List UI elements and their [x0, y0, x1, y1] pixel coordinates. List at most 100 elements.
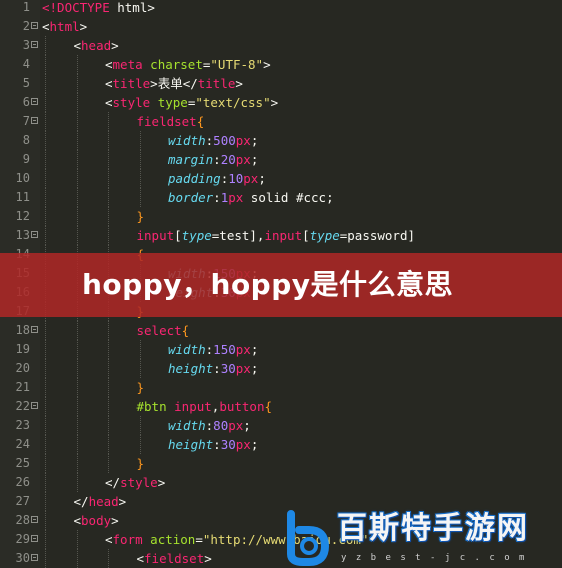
code-token: ; — [250, 361, 259, 376]
code-line[interactable]: 23 width:80px; — [0, 416, 562, 435]
code-token: { — [181, 323, 190, 338]
indent-guide — [76, 473, 78, 492]
code-token: head — [81, 38, 112, 53]
indent-guide — [45, 492, 46, 511]
code-line[interactable]: 4 <meta charset="UTF-8"> — [0, 55, 562, 74]
fold-toggle-icon[interactable] — [31, 516, 38, 523]
line-code: width:80px; — [168, 416, 251, 435]
line-code: } — [137, 207, 145, 226]
line-number: 13 — [15, 228, 30, 242]
code-token: "text/css" — [195, 95, 271, 110]
code-token: < — [73, 38, 82, 53]
indent-guide — [45, 454, 46, 473]
code-line[interactable]: 2 <html> — [0, 17, 562, 36]
indent-guide — [76, 397, 78, 416]
indent-guide — [45, 169, 46, 188]
code-line[interactable]: 13 input[type=test],input[type=password] — [0, 226, 562, 245]
indent-guide — [76, 112, 78, 131]
line-code: width:150px; — [168, 340, 258, 359]
code-token: : — [213, 190, 221, 205]
code-token: title — [112, 76, 151, 91]
fold-toggle-icon[interactable] — [31, 231, 38, 238]
line-number: 29 — [15, 532, 30, 546]
indent-guide — [45, 321, 46, 340]
line-code: </head> — [74, 492, 127, 511]
code-line[interactable]: 3 <head> — [0, 36, 562, 55]
indent-guide — [76, 74, 78, 93]
code-token: ; — [250, 342, 259, 357]
fold-toggle-icon[interactable] — [31, 22, 38, 29]
indent-guide — [76, 150, 78, 169]
indent-guide — [76, 131, 78, 150]
code-line[interactable]: 18 select{ — [0, 321, 562, 340]
code-line[interactable]: 11 border:1px solid #ccc; — [0, 188, 562, 207]
line-number: 8 — [22, 133, 30, 147]
code-line[interactable]: 19 width:150px; — [0, 340, 562, 359]
code-token: html> — [109, 0, 155, 15]
code-token: 500 — [213, 133, 236, 148]
code-line[interactable]: 26 </style> — [0, 473, 562, 492]
code-token: >表单</ — [150, 76, 198, 91]
code-token: solid #ccc; — [243, 190, 334, 205]
code-line[interactable]: 25} — [0, 454, 562, 473]
indent-guide — [139, 435, 141, 454]
indent-guide — [108, 131, 109, 150]
code-line[interactable]: 6 <style type="text/css"> — [0, 93, 562, 112]
code-line[interactable]: 1 <!DOCTYPE html> — [0, 0, 562, 17]
fold-toggle-icon[interactable] — [31, 98, 38, 105]
indent-guide — [108, 454, 109, 473]
indent-guide — [76, 321, 78, 340]
line-number: 23 — [15, 418, 30, 432]
code-line[interactable]: 9 margin:20px; — [0, 150, 562, 169]
code-token: <!DOCTYPE — [42, 0, 110, 15]
code-token: input — [174, 399, 212, 414]
line-number: 21 — [15, 380, 30, 394]
line-number: 24 — [15, 437, 30, 451]
code-line[interactable]: 8 width:500px; — [0, 131, 562, 150]
code-token: 20 — [220, 152, 236, 167]
indent-guide — [76, 416, 78, 435]
code-token: > — [79, 19, 88, 34]
code-line[interactable]: 10 padding:10px; — [0, 169, 562, 188]
code-line[interactable]: 20 height:30px; — [0, 359, 562, 378]
indent-guide — [108, 340, 109, 359]
indent-guide — [45, 340, 46, 359]
fold-toggle-icon[interactable] — [31, 41, 38, 48]
indent-guide — [108, 207, 109, 226]
code-token: { — [264, 399, 272, 414]
code-line[interactable]: 22 #btn input,button{ — [0, 397, 562, 416]
code-line[interactable]: 12} — [0, 207, 562, 226]
code-token: [ — [302, 228, 310, 243]
code-token: 10 — [228, 171, 244, 186]
fold-toggle-icon[interactable] — [31, 402, 38, 409]
indent-guide — [45, 416, 46, 435]
fold-toggle-icon[interactable] — [31, 535, 38, 542]
indent-guide — [108, 397, 109, 416]
code-token: 30 — [220, 361, 236, 376]
code-token: < — [42, 19, 50, 34]
code-token: > — [111, 38, 119, 53]
line-code: <head> — [74, 36, 119, 55]
code-token: < — [105, 95, 113, 110]
code-line[interactable]: 24 height:30px; — [0, 435, 562, 454]
fold-toggle-icon[interactable] — [31, 554, 38, 561]
indent-guide — [45, 112, 46, 131]
fold-toggle-icon[interactable] — [31, 117, 38, 124]
code-token: } — [136, 209, 145, 224]
line-number: 7 — [22, 114, 30, 128]
code-token: < — [105, 532, 113, 547]
line-code: #btn input,button{ — [137, 397, 273, 416]
code-token: = — [195, 532, 203, 547]
indent-guide — [45, 226, 46, 245]
site-watermark: 百斯特手游网 y z b e s t - j c . c o m — [281, 508, 562, 568]
indent-guide — [76, 359, 78, 378]
code-token: charset — [142, 57, 203, 72]
indent-guide — [108, 321, 109, 340]
code-line[interactable]: 5 <title>表单</title> — [0, 74, 562, 93]
line-number: 18 — [15, 323, 30, 337]
code-line[interactable]: 21} — [0, 378, 562, 397]
code-line[interactable]: 7 fieldset{ — [0, 112, 562, 131]
code-token: < — [136, 551, 145, 566]
line-code: height:30px; — [168, 435, 258, 454]
fold-toggle-icon[interactable] — [31, 326, 38, 333]
